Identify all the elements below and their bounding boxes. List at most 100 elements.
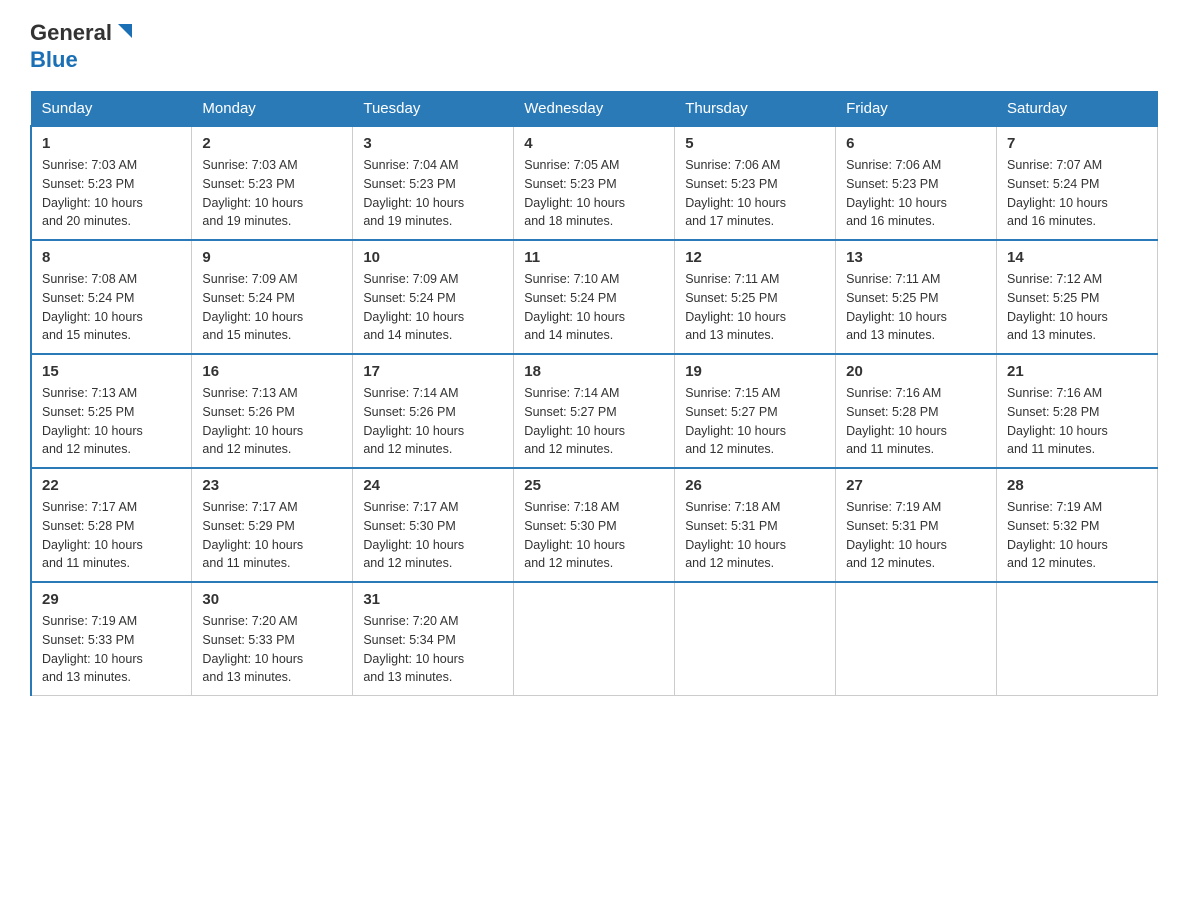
day-number: 2	[202, 135, 342, 152]
day-number: 10	[363, 249, 503, 266]
day-info: Sunrise: 7:03 AMSunset: 5:23 PMDaylight:…	[202, 156, 342, 231]
week-row-4: 22 Sunrise: 7:17 AMSunset: 5:28 PMDaylig…	[31, 468, 1158, 582]
day-number: 29	[42, 591, 181, 608]
calendar-cell: 17 Sunrise: 7:14 AMSunset: 5:26 PMDaylig…	[353, 354, 514, 468]
day-number: 30	[202, 591, 342, 608]
day-info: Sunrise: 7:15 AMSunset: 5:27 PMDaylight:…	[685, 384, 825, 459]
day-info: Sunrise: 7:19 AMSunset: 5:32 PMDaylight:…	[1007, 498, 1147, 573]
calendar-cell	[997, 582, 1158, 696]
calendar-cell: 8 Sunrise: 7:08 AMSunset: 5:24 PMDayligh…	[31, 240, 192, 354]
day-info: Sunrise: 7:20 AMSunset: 5:33 PMDaylight:…	[202, 612, 342, 687]
calendar-cell	[514, 582, 675, 696]
weekday-header-row: SundayMondayTuesdayWednesdayThursdayFrid…	[31, 92, 1158, 127]
day-info: Sunrise: 7:04 AMSunset: 5:23 PMDaylight:…	[363, 156, 503, 231]
weekday-header-thursday: Thursday	[675, 92, 836, 127]
day-info: Sunrise: 7:13 AMSunset: 5:26 PMDaylight:…	[202, 384, 342, 459]
calendar-cell: 25 Sunrise: 7:18 AMSunset: 5:30 PMDaylig…	[514, 468, 675, 582]
day-info: Sunrise: 7:19 AMSunset: 5:31 PMDaylight:…	[846, 498, 986, 573]
calendar-cell: 4 Sunrise: 7:05 AMSunset: 5:23 PMDayligh…	[514, 126, 675, 240]
calendar-cell: 7 Sunrise: 7:07 AMSunset: 5:24 PMDayligh…	[997, 126, 1158, 240]
day-info: Sunrise: 7:20 AMSunset: 5:34 PMDaylight:…	[363, 612, 503, 687]
day-info: Sunrise: 7:05 AMSunset: 5:23 PMDaylight:…	[524, 156, 664, 231]
week-row-2: 8 Sunrise: 7:08 AMSunset: 5:24 PMDayligh…	[31, 240, 1158, 354]
day-number: 11	[524, 249, 664, 266]
day-number: 15	[42, 363, 181, 380]
calendar-cell: 2 Sunrise: 7:03 AMSunset: 5:23 PMDayligh…	[192, 126, 353, 240]
day-number: 4	[524, 135, 664, 152]
calendar-cell: 23 Sunrise: 7:17 AMSunset: 5:29 PMDaylig…	[192, 468, 353, 582]
day-number: 1	[42, 135, 181, 152]
calendar-cell	[675, 582, 836, 696]
logo-triangle-icon	[114, 20, 136, 42]
day-number: 7	[1007, 135, 1147, 152]
weekday-header-wednesday: Wednesday	[514, 92, 675, 127]
day-info: Sunrise: 7:09 AMSunset: 5:24 PMDaylight:…	[363, 270, 503, 345]
day-info: Sunrise: 7:16 AMSunset: 5:28 PMDaylight:…	[846, 384, 986, 459]
day-number: 19	[685, 363, 825, 380]
day-number: 31	[363, 591, 503, 608]
week-row-1: 1 Sunrise: 7:03 AMSunset: 5:23 PMDayligh…	[31, 126, 1158, 240]
calendar-cell: 20 Sunrise: 7:16 AMSunset: 5:28 PMDaylig…	[836, 354, 997, 468]
day-number: 20	[846, 363, 986, 380]
calendar-cell: 30 Sunrise: 7:20 AMSunset: 5:33 PMDaylig…	[192, 582, 353, 696]
day-info: Sunrise: 7:18 AMSunset: 5:30 PMDaylight:…	[524, 498, 664, 573]
day-info: Sunrise: 7:06 AMSunset: 5:23 PMDaylight:…	[846, 156, 986, 231]
calendar-cell: 15 Sunrise: 7:13 AMSunset: 5:25 PMDaylig…	[31, 354, 192, 468]
day-number: 12	[685, 249, 825, 266]
weekday-header-monday: Monday	[192, 92, 353, 127]
day-number: 16	[202, 363, 342, 380]
calendar-cell: 9 Sunrise: 7:09 AMSunset: 5:24 PMDayligh…	[192, 240, 353, 354]
calendar-cell: 12 Sunrise: 7:11 AMSunset: 5:25 PMDaylig…	[675, 240, 836, 354]
calendar-cell: 3 Sunrise: 7:04 AMSunset: 5:23 PMDayligh…	[353, 126, 514, 240]
calendar-cell: 13 Sunrise: 7:11 AMSunset: 5:25 PMDaylig…	[836, 240, 997, 354]
weekday-header-tuesday: Tuesday	[353, 92, 514, 127]
day-number: 24	[363, 477, 503, 494]
calendar-cell: 31 Sunrise: 7:20 AMSunset: 5:34 PMDaylig…	[353, 582, 514, 696]
calendar-cell: 18 Sunrise: 7:14 AMSunset: 5:27 PMDaylig…	[514, 354, 675, 468]
day-number: 26	[685, 477, 825, 494]
calendar-cell	[836, 582, 997, 696]
calendar-cell: 19 Sunrise: 7:15 AMSunset: 5:27 PMDaylig…	[675, 354, 836, 468]
calendar-cell: 10 Sunrise: 7:09 AMSunset: 5:24 PMDaylig…	[353, 240, 514, 354]
day-number: 28	[1007, 477, 1147, 494]
calendar-cell: 1 Sunrise: 7:03 AMSunset: 5:23 PMDayligh…	[31, 126, 192, 240]
logo-general: General	[30, 21, 112, 45]
calendar-cell: 27 Sunrise: 7:19 AMSunset: 5:31 PMDaylig…	[836, 468, 997, 582]
day-number: 6	[846, 135, 986, 152]
day-info: Sunrise: 7:13 AMSunset: 5:25 PMDaylight:…	[42, 384, 181, 459]
day-number: 13	[846, 249, 986, 266]
day-info: Sunrise: 7:09 AMSunset: 5:24 PMDaylight:…	[202, 270, 342, 345]
day-number: 25	[524, 477, 664, 494]
day-info: Sunrise: 7:14 AMSunset: 5:26 PMDaylight:…	[363, 384, 503, 459]
day-number: 18	[524, 363, 664, 380]
page-header: General Blue	[30, 20, 1158, 73]
day-number: 17	[363, 363, 503, 380]
day-number: 22	[42, 477, 181, 494]
calendar-cell: 11 Sunrise: 7:10 AMSunset: 5:24 PMDaylig…	[514, 240, 675, 354]
calendar-cell: 22 Sunrise: 7:17 AMSunset: 5:28 PMDaylig…	[31, 468, 192, 582]
day-info: Sunrise: 7:10 AMSunset: 5:24 PMDaylight:…	[524, 270, 664, 345]
calendar-cell: 24 Sunrise: 7:17 AMSunset: 5:30 PMDaylig…	[353, 468, 514, 582]
calendar-cell: 21 Sunrise: 7:16 AMSunset: 5:28 PMDaylig…	[997, 354, 1158, 468]
calendar-cell: 6 Sunrise: 7:06 AMSunset: 5:23 PMDayligh…	[836, 126, 997, 240]
day-info: Sunrise: 7:17 AMSunset: 5:29 PMDaylight:…	[202, 498, 342, 573]
calendar-cell: 29 Sunrise: 7:19 AMSunset: 5:33 PMDaylig…	[31, 582, 192, 696]
weekday-header-saturday: Saturday	[997, 92, 1158, 127]
day-info: Sunrise: 7:08 AMSunset: 5:24 PMDaylight:…	[42, 270, 181, 345]
day-info: Sunrise: 7:14 AMSunset: 5:27 PMDaylight:…	[524, 384, 664, 459]
calendar-cell: 28 Sunrise: 7:19 AMSunset: 5:32 PMDaylig…	[997, 468, 1158, 582]
day-info: Sunrise: 7:17 AMSunset: 5:28 PMDaylight:…	[42, 498, 181, 573]
calendar-table: SundayMondayTuesdayWednesdayThursdayFrid…	[30, 91, 1158, 696]
day-info: Sunrise: 7:19 AMSunset: 5:33 PMDaylight:…	[42, 612, 181, 687]
day-number: 23	[202, 477, 342, 494]
day-number: 5	[685, 135, 825, 152]
day-number: 9	[202, 249, 342, 266]
day-info: Sunrise: 7:17 AMSunset: 5:30 PMDaylight:…	[363, 498, 503, 573]
calendar-cell: 26 Sunrise: 7:18 AMSunset: 5:31 PMDaylig…	[675, 468, 836, 582]
day-info: Sunrise: 7:16 AMSunset: 5:28 PMDaylight:…	[1007, 384, 1147, 459]
day-number: 27	[846, 477, 986, 494]
day-info: Sunrise: 7:11 AMSunset: 5:25 PMDaylight:…	[846, 270, 986, 345]
day-info: Sunrise: 7:12 AMSunset: 5:25 PMDaylight:…	[1007, 270, 1147, 345]
day-info: Sunrise: 7:06 AMSunset: 5:23 PMDaylight:…	[685, 156, 825, 231]
logo: General Blue	[30, 20, 136, 73]
